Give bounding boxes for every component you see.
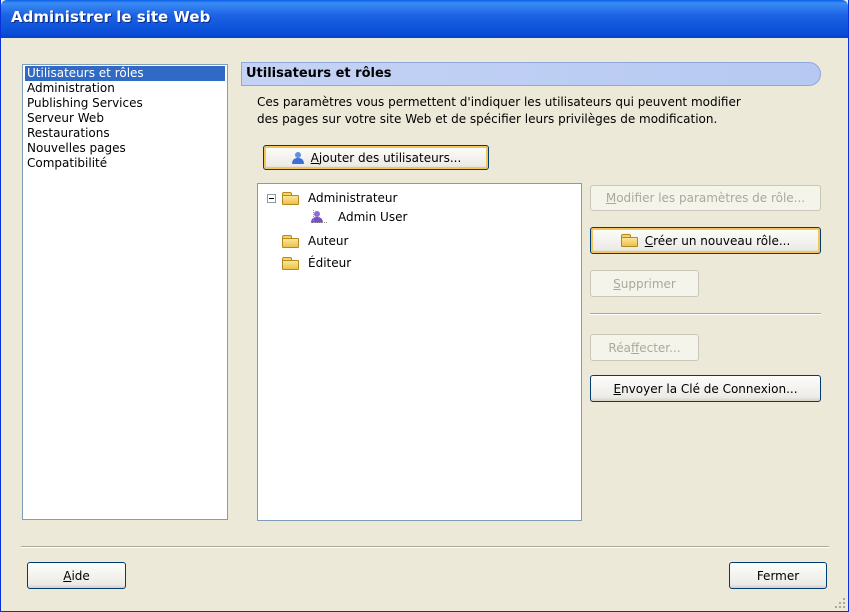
reassign-button[interactable]: Réaffecter... (590, 334, 699, 361)
role-label: Administrateur (308, 191, 398, 205)
nav-item-restorations[interactable]: Restaurations (25, 126, 225, 141)
send-login-key-button[interactable]: Envoyer la Clé de Connexion... (590, 375, 821, 402)
close-button[interactable]: Fermer (729, 562, 827, 589)
section-header: Utilisateurs et rôles (241, 62, 821, 86)
section-title: Utilisateurs et rôles (246, 66, 392, 81)
reassign-label: Réaffecter... (608, 340, 681, 355)
description-line-1: Ces paramètres vous permettent d'indique… (257, 95, 741, 109)
dialog-window: Administrer le site Web Utilisateurs et … (0, 0, 849, 612)
role-label: Éditeur (308, 256, 352, 270)
nav-item-publishing-services[interactable]: Publishing Services (25, 96, 225, 111)
delete-label: Supprimer (613, 276, 676, 291)
help-label: Aide (63, 568, 90, 583)
category-list[interactable]: Utilisateurs et rôles Administration Pub… (22, 64, 228, 520)
separator (590, 313, 821, 315)
folder-icon (620, 234, 639, 247)
nav-item-compatibility[interactable]: Compatibilité (25, 156, 225, 171)
tree-line (314, 222, 327, 223)
roles-tree[interactable]: Administrateur Admin User Auteur Éditeur (257, 183, 582, 521)
nav-item-new-pages[interactable]: Nouvelles pages (25, 141, 225, 156)
folder-icon (282, 256, 300, 270)
modify-role-label: Modifier les paramètres de rôle... (605, 191, 806, 205)
window-title: Administrer le site Web (11, 8, 211, 26)
footer-separator (21, 546, 829, 548)
user-icon (291, 151, 305, 165)
close-label: Fermer (756, 568, 800, 583)
delete-button[interactable]: Supprimer (590, 270, 699, 297)
send-login-key-label: Envoyer la Clé de Connexion... (613, 381, 798, 396)
tree-role-administrator[interactable]: Administrateur (282, 189, 397, 207)
add-users-label: Ajouter des utilisateurs... (310, 150, 462, 165)
create-role-label: Créer un nouveau rôle... (644, 233, 791, 248)
description-line-2: des pages sur votre site Web et de spéci… (257, 112, 718, 126)
folder-icon (282, 234, 300, 248)
add-users-button[interactable]: Ajouter des utilisateurs... (263, 145, 489, 170)
collapse-toggle-icon[interactable] (267, 194, 276, 203)
nav-item-web-server[interactable]: Serveur Web (25, 111, 225, 126)
tree-user-admin[interactable]: Admin User (310, 208, 407, 226)
role-label: Auteur (308, 234, 349, 248)
title-bar[interactable]: Administrer le site Web (1, 0, 848, 38)
resize-grip-icon[interactable] (834, 597, 846, 609)
modify-role-button[interactable]: Modifier les paramètres de rôle... (590, 185, 821, 211)
help-button[interactable]: Aide (27, 562, 126, 589)
create-role-button[interactable]: Créer un nouveau rôle... (590, 227, 821, 254)
nav-item-administration[interactable]: Administration (25, 81, 225, 96)
tree-role-editor[interactable]: Éditeur (282, 254, 351, 272)
nav-item-users-roles[interactable]: Utilisateurs et rôles (25, 66, 225, 81)
tree-role-author[interactable]: Auteur (282, 232, 348, 250)
user-label: Admin User (338, 210, 408, 224)
folder-icon (282, 191, 300, 205)
section-description: Ces paramètres vous permettent d'indique… (257, 94, 827, 128)
